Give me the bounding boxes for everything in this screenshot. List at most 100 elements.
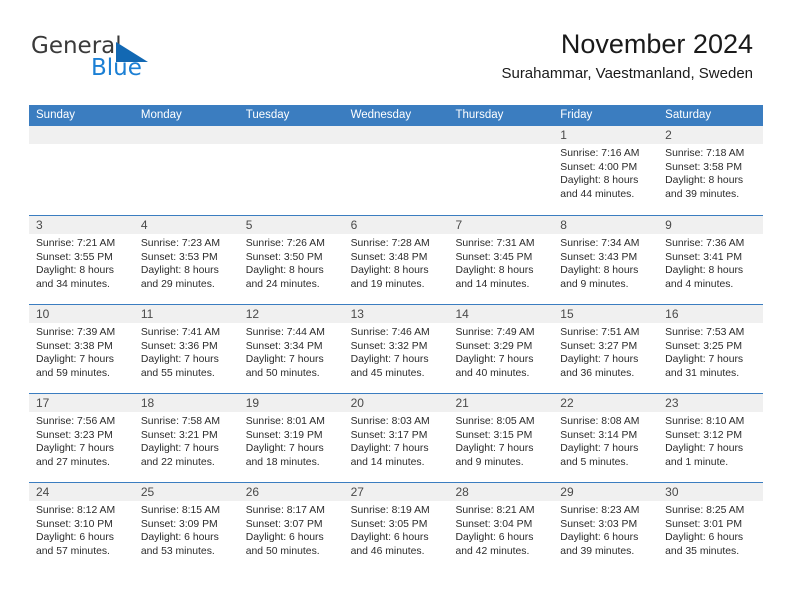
day-number: 22 <box>560 396 574 410</box>
day-cell[interactable]: 27 Sunrise: 8:19 AM Sunset: 3:05 PM Dayl… <box>343 483 449 571</box>
day-number-band: 29 <box>553 483 659 501</box>
day-cell[interactable]: 15 Sunrise: 7:51 AM Sunset: 3:27 PM Dayl… <box>553 305 659 393</box>
day-number: 21 <box>455 396 469 410</box>
day-details: Sunrise: 7:31 AM Sunset: 3:45 PM Dayligh… <box>448 234 553 291</box>
daylight-line-2: and 46 minutes. <box>350 545 425 557</box>
day-cell[interactable]: 5 Sunrise: 7:26 AM Sunset: 3:50 PM Dayli… <box>238 216 344 304</box>
sunrise-line: Sunrise: 8:03 AM <box>350 416 430 427</box>
day-number-band: 14 <box>448 305 554 323</box>
day-number: 10 <box>36 307 50 321</box>
day-cell[interactable]: 3 Sunrise: 7:21 AM Sunset: 3:55 PM Dayli… <box>29 216 134 304</box>
day-number-band: 13 <box>343 305 449 323</box>
day-number-band: 6 <box>343 216 449 234</box>
day-number-band: 8 <box>553 216 659 234</box>
day-details: Sunrise: 8:17 AM Sunset: 3:07 PM Dayligh… <box>239 501 344 558</box>
day-cell[interactable]: 7 Sunrise: 7:31 AM Sunset: 3:45 PM Dayli… <box>448 216 554 304</box>
day-cell[interactable]: 16 Sunrise: 7:53 AM Sunset: 3:25 PM Dayl… <box>658 305 764 393</box>
daylight-line-1: Daylight: 7 hours <box>665 354 744 366</box>
day-number-band: 3 <box>29 216 134 234</box>
sunrise-line: Sunrise: 8:23 AM <box>560 505 640 516</box>
sunrise-line: Sunrise: 7:58 AM <box>140 416 220 427</box>
page-header: General Blue November 2024 Surahammar, V… <box>0 0 792 104</box>
sunrise-line: Sunrise: 7:26 AM <box>245 238 325 249</box>
day-number-band: 22 <box>553 394 659 412</box>
day-cell[interactable]: 4 Sunrise: 7:23 AM Sunset: 3:53 PM Dayli… <box>133 216 239 304</box>
daylight-line-2: and 4 minutes. <box>665 278 734 290</box>
day-number-band <box>343 126 449 144</box>
weekday-wednesday: Wednesday <box>350 109 412 121</box>
day-details: Sunrise: 7:58 AM Sunset: 3:21 PM Dayligh… <box>134 412 239 469</box>
day-number: 6 <box>350 218 358 232</box>
day-details: Sunrise: 7:46 AM Sunset: 3:32 PM Dayligh… <box>344 323 449 380</box>
day-number-band: 9 <box>658 216 764 234</box>
general-blue-logo[interactable]: General Blue <box>31 33 171 85</box>
day-cell[interactable]: 26 Sunrise: 8:17 AM Sunset: 3:07 PM Dayl… <box>238 483 344 571</box>
sunset-line: Sunset: 3:25 PM <box>665 340 742 352</box>
day-details <box>239 144 344 147</box>
day-number: 17 <box>36 396 50 410</box>
day-cell <box>448 126 554 215</box>
daylight-line-1: Daylight: 7 hours <box>140 443 219 455</box>
day-number-band: 30 <box>658 483 764 501</box>
day-cell[interactable]: 12 Sunrise: 7:44 AM Sunset: 3:34 PM Dayl… <box>238 305 344 393</box>
day-cell[interactable]: 30 Sunrise: 8:25 AM Sunset: 3:01 PM Dayl… <box>658 483 764 571</box>
sunrise-line: Sunrise: 7:51 AM <box>560 327 640 338</box>
sunset-line: Sunset: 3:58 PM <box>665 161 742 173</box>
sunset-line: Sunset: 3:29 PM <box>455 340 533 352</box>
daylight-line-1: Daylight: 6 hours <box>36 532 114 544</box>
daylight-line-2: and 14 minutes. <box>350 456 425 468</box>
sunset-line: Sunset: 3:48 PM <box>350 251 428 263</box>
day-cell[interactable]: 29 Sunrise: 8:23 AM Sunset: 3:03 PM Dayl… <box>553 483 659 571</box>
day-cell[interactable]: 11 Sunrise: 7:41 AM Sunset: 3:36 PM Dayl… <box>133 305 239 393</box>
sunrise-line: Sunrise: 7:41 AM <box>140 327 220 338</box>
day-cell[interactable]: 24 Sunrise: 8:12 AM Sunset: 3:10 PM Dayl… <box>29 483 134 571</box>
day-cell[interactable]: 23 Sunrise: 8:10 AM Sunset: 3:12 PM Dayl… <box>658 394 764 482</box>
sunrise-line: Sunrise: 7:34 AM <box>560 238 640 249</box>
day-cell[interactable]: 28 Sunrise: 8:21 AM Sunset: 3:04 PM Dayl… <box>448 483 554 571</box>
sunset-line: Sunset: 3:17 PM <box>350 429 428 441</box>
sunset-line: Sunset: 3:55 PM <box>36 251 113 263</box>
daylight-line-1: Daylight: 7 hours <box>350 443 429 455</box>
weekday-monday: Monday <box>140 109 182 121</box>
sunrise-line: Sunrise: 7:28 AM <box>350 238 430 249</box>
day-number: 27 <box>350 485 364 499</box>
day-cell[interactable]: 22 Sunrise: 8:08 AM Sunset: 3:14 PM Dayl… <box>553 394 659 482</box>
sunset-line: Sunset: 3:14 PM <box>560 429 638 441</box>
day-cell[interactable]: 25 Sunrise: 8:15 AM Sunset: 3:09 PM Dayl… <box>133 483 239 571</box>
sunset-line: Sunset: 3:38 PM <box>36 340 113 352</box>
day-cell[interactable]: 10 Sunrise: 7:39 AM Sunset: 3:38 PM Dayl… <box>29 305 134 393</box>
daylight-line-1: Daylight: 8 hours <box>245 265 324 277</box>
sunset-line: Sunset: 3:45 PM <box>455 251 533 263</box>
sunset-line: Sunset: 3:15 PM <box>455 429 533 441</box>
day-details: Sunrise: 7:18 AM Sunset: 3:58 PM Dayligh… <box>658 144 763 201</box>
sunset-line: Sunset: 3:07 PM <box>245 518 323 530</box>
day-cell[interactable]: 9 Sunrise: 7:36 AM Sunset: 3:41 PM Dayli… <box>658 216 764 304</box>
day-cell[interactable]: 20 Sunrise: 8:03 AM Sunset: 3:17 PM Dayl… <box>343 394 449 482</box>
daylight-line-1: Daylight: 6 hours <box>560 532 639 544</box>
day-cell[interactable]: 8 Sunrise: 7:34 AM Sunset: 3:43 PM Dayli… <box>553 216 659 304</box>
day-details: Sunrise: 7:56 AM Sunset: 3:23 PM Dayligh… <box>29 412 134 469</box>
day-number-band: 15 <box>553 305 659 323</box>
day-cell[interactable]: 21 Sunrise: 8:05 AM Sunset: 3:15 PM Dayl… <box>448 394 554 482</box>
daylight-line-2: and 50 minutes. <box>245 545 320 557</box>
day-number-band: 20 <box>343 394 449 412</box>
day-cell[interactable]: 14 Sunrise: 7:49 AM Sunset: 3:29 PM Dayl… <box>448 305 554 393</box>
day-cell[interactable]: 17 Sunrise: 7:56 AM Sunset: 3:23 PM Dayl… <box>29 394 134 482</box>
sunset-line: Sunset: 3:36 PM <box>140 340 218 352</box>
daylight-line-1: Daylight: 6 hours <box>245 532 324 544</box>
day-number-band: 23 <box>658 394 764 412</box>
day-cell[interactable]: 19 Sunrise: 8:01 AM Sunset: 3:19 PM Dayl… <box>238 394 344 482</box>
sunset-line: Sunset: 3:05 PM <box>350 518 428 530</box>
day-cell[interactable]: 1 Sunrise: 7:16 AM Sunset: 4:00 PM Dayli… <box>553 126 659 215</box>
day-cell[interactable]: 2 Sunrise: 7:18 AM Sunset: 3:58 PM Dayli… <box>658 126 764 215</box>
daylight-line-2: and 55 minutes. <box>140 367 215 379</box>
day-number: 19 <box>245 396 260 410</box>
day-cell[interactable]: 6 Sunrise: 7:28 AM Sunset: 3:48 PM Dayli… <box>343 216 449 304</box>
daylight-line-2: and 18 minutes. <box>245 456 320 468</box>
day-cell[interactable]: 18 Sunrise: 7:58 AM Sunset: 3:21 PM Dayl… <box>133 394 239 482</box>
day-number-band: 2 <box>658 126 764 144</box>
week-row: 24 Sunrise: 8:12 AM Sunset: 3:10 PM Dayl… <box>29 482 764 571</box>
daylight-line-2: and 14 minutes. <box>455 278 530 290</box>
sunrise-line: Sunrise: 7:46 AM <box>350 327 430 338</box>
day-cell[interactable]: 13 Sunrise: 7:46 AM Sunset: 3:32 PM Dayl… <box>343 305 449 393</box>
